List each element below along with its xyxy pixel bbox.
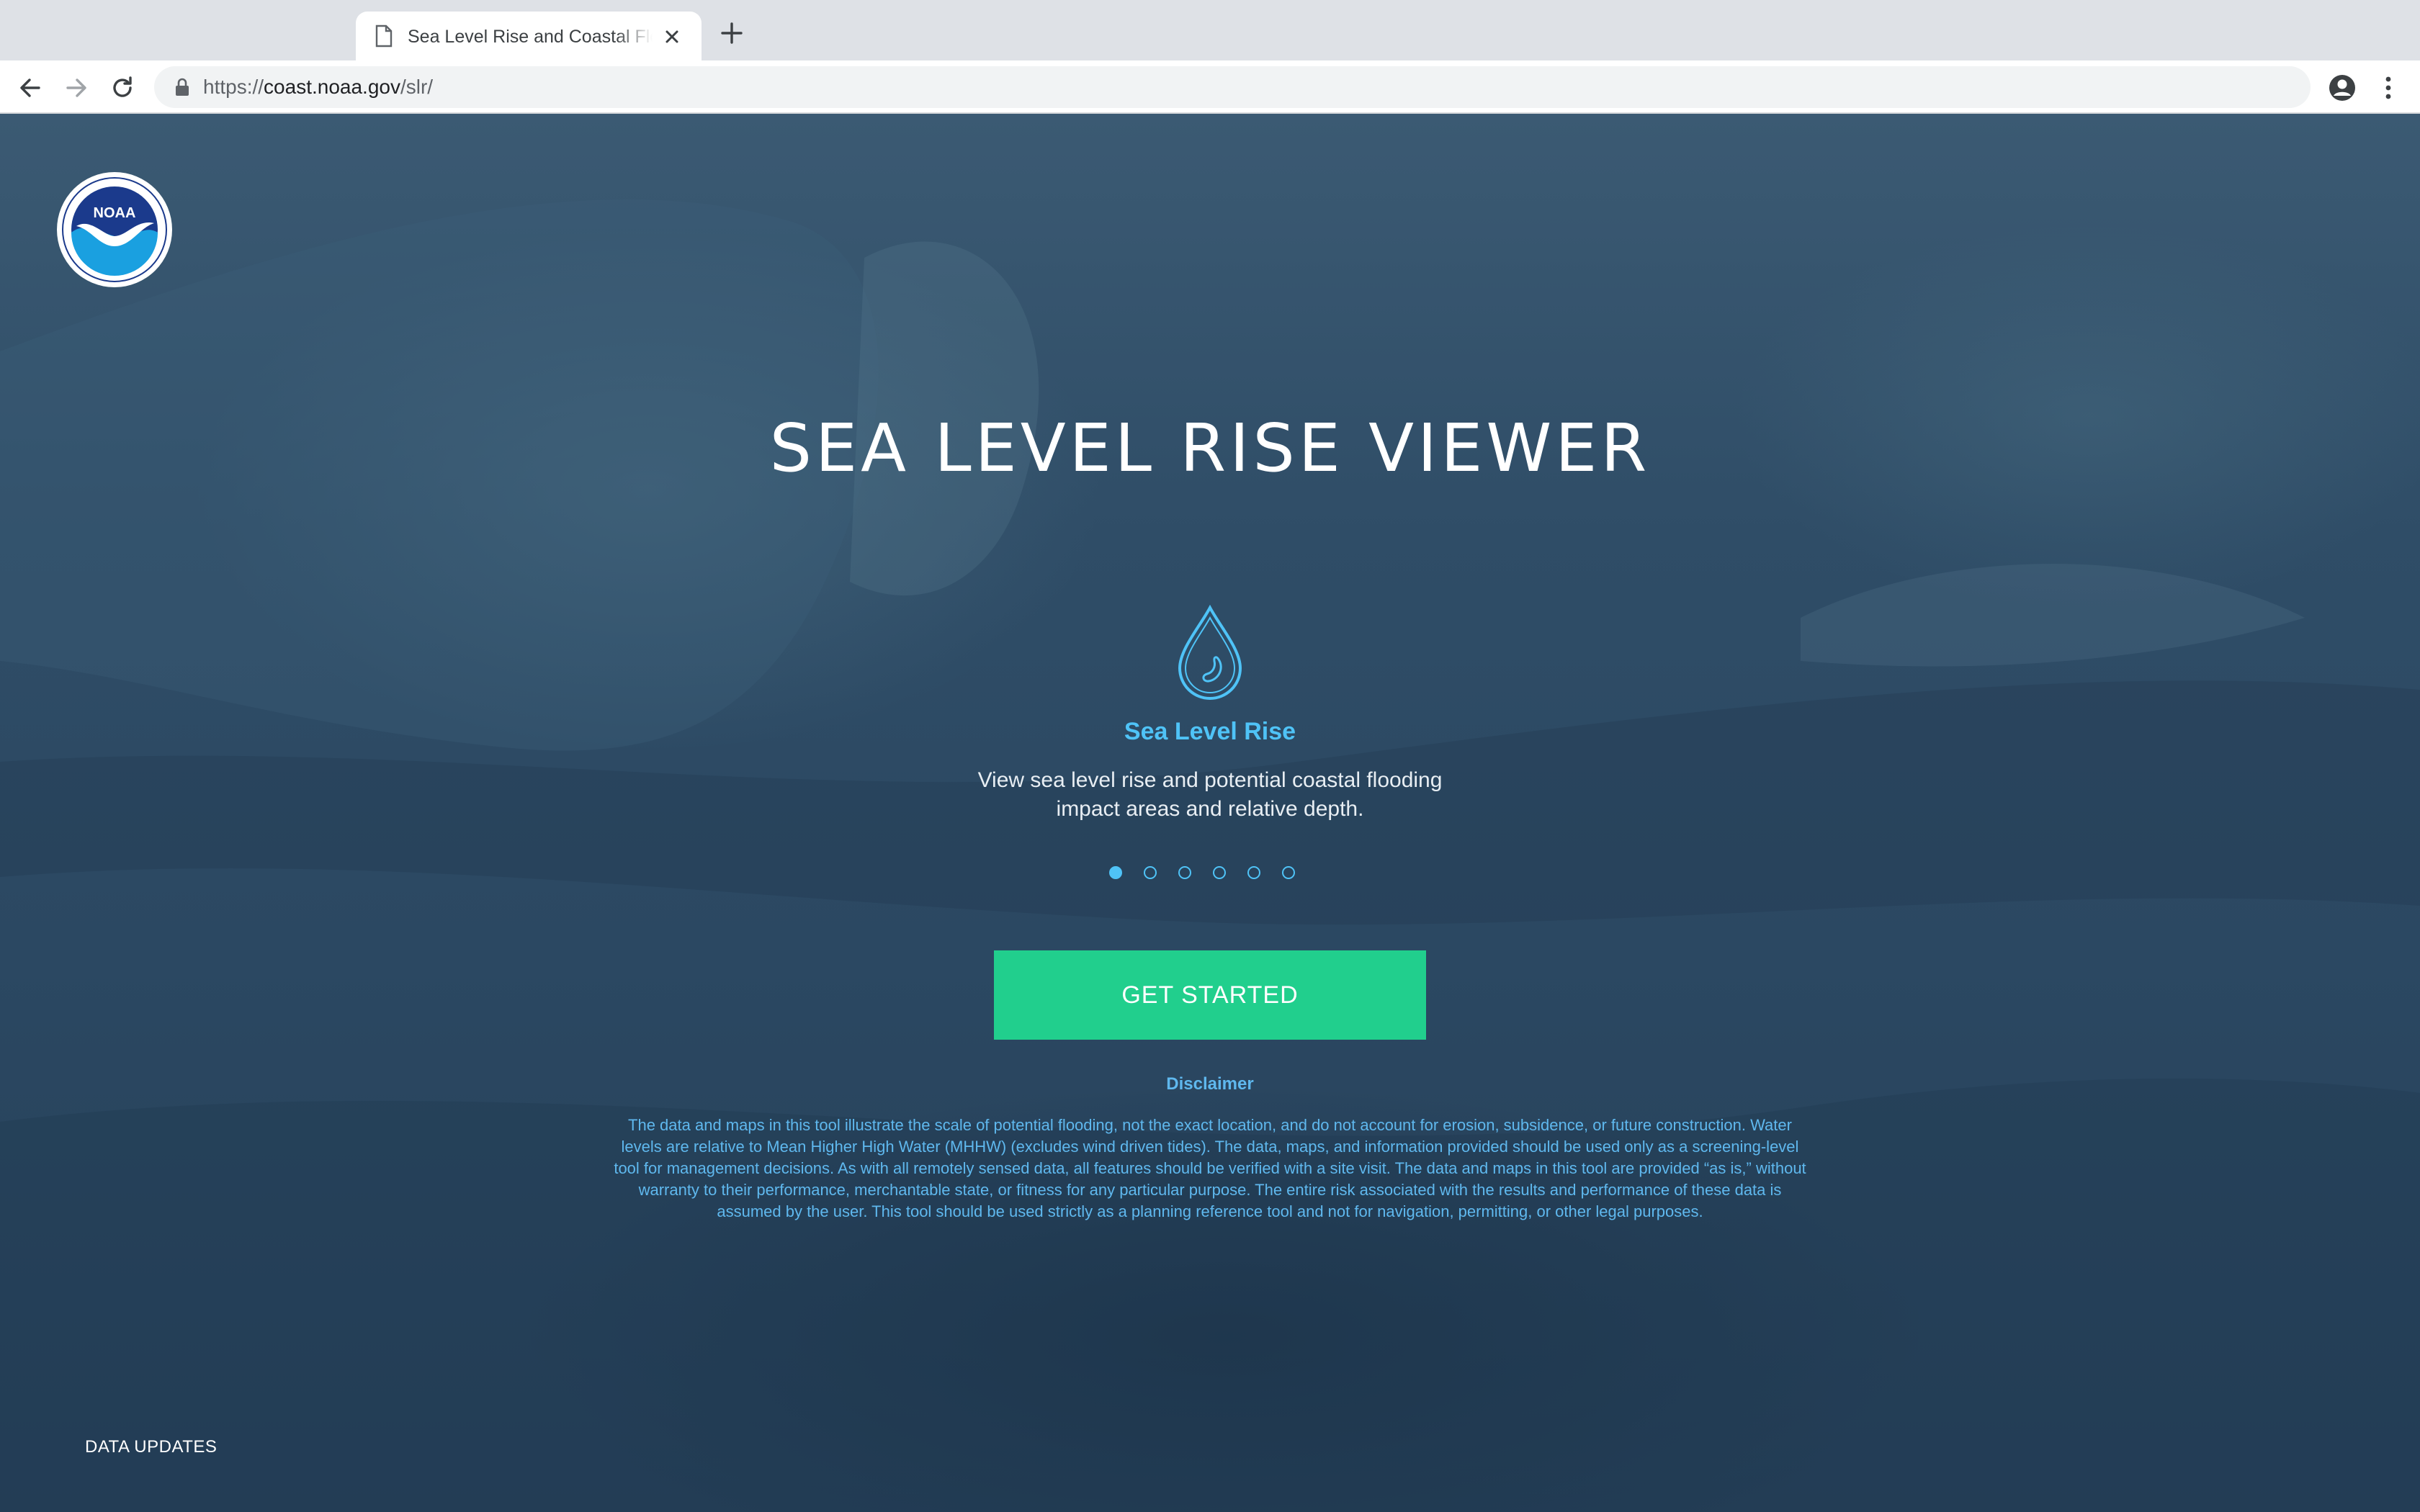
hero-section: NOAA SEA LEVEL RISE VIEWER Sea Level Ris… (0, 114, 2420, 1512)
new-tab-icon[interactable] (719, 20, 745, 46)
carousel-dot[interactable] (1109, 866, 1122, 879)
get-started-button[interactable]: GET STARTED (994, 950, 1426, 1040)
more-menu-icon[interactable] (2381, 73, 2396, 102)
forward-arrow-icon[interactable] (62, 73, 91, 102)
lock-icon (176, 78, 189, 96)
carousel-pagination (1109, 863, 1311, 883)
close-tab-icon[interactable] (661, 26, 683, 48)
disclaimer-text: The data and maps in this tool illustrat… (614, 1116, 1806, 1220)
slide-title: Sea Level Rise (1124, 718, 1296, 745)
address-bar[interactable]: https://coast.noaa.gov/slr/ (154, 66, 2311, 108)
browser-toolbar: https://coast.noaa.gov/slr/ (0, 60, 2420, 114)
url-host: coast.noaa.gov (264, 76, 400, 98)
disclaimer-title: Disclaimer (1166, 1074, 1254, 1094)
document-icon (375, 24, 393, 48)
browser-tab[interactable]: Sea Level Rise and Coastal Flooding Impa… (356, 12, 702, 60)
carousel-dot[interactable] (1144, 866, 1157, 879)
slide-description: View sea level rise and potential coasta… (977, 768, 1443, 821)
water-drop-icon (1178, 605, 1242, 700)
carousel-dot[interactable] (1282, 866, 1295, 879)
browser-tab-strip: Sea Level Rise and Coastal Flooding Impa… (0, 0, 2420, 60)
carousel-dot[interactable] (1247, 866, 1260, 879)
url-path: /slr/ (400, 76, 434, 98)
back-arrow-icon[interactable] (16, 73, 45, 102)
carousel-dot[interactable] (1213, 866, 1226, 879)
profile-avatar-icon[interactable] (2328, 73, 2357, 102)
data-updates-link[interactable]: DATA UPDATES (85, 1436, 217, 1459)
tab-title: Sea Level Rise and Coastal Flooding Impa… (408, 27, 653, 47)
reload-icon[interactable] (108, 73, 137, 102)
noaa-logo-text: NOAA (94, 205, 136, 221)
carousel-dot[interactable] (1178, 866, 1191, 879)
url-text[interactable]: https://coast.noaa.gov/slr/ (203, 73, 433, 101)
url-scheme: https:// (203, 76, 264, 98)
noaa-logo[interactable]: NOAA (56, 171, 173, 288)
page-title: SEA LEVEL RISE VIEWER (769, 410, 1651, 487)
